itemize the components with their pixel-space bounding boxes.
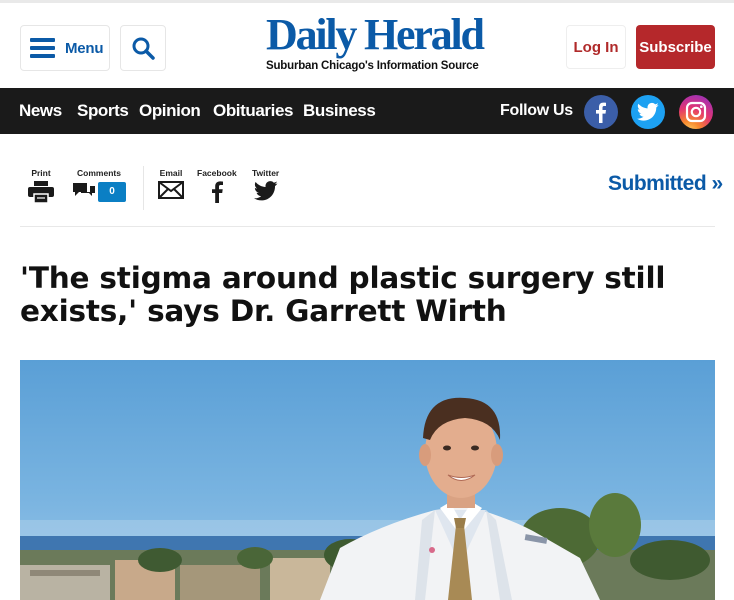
facebook-share-button[interactable]: Facebook	[197, 168, 237, 208]
logo-name: Daily Herald	[266, 10, 485, 59]
share-toolbar: Print Comments 0 Email Facebook Twitter …	[20, 134, 723, 227]
twitter-icon	[637, 102, 659, 121]
email-share-button[interactable]: Email	[158, 168, 184, 204]
main-nav: News Sports Opinion Obituaries Business …	[0, 88, 734, 134]
nav-item-business[interactable]: Business	[303, 88, 376, 134]
facebook-icon	[596, 102, 606, 123]
comments-count-badge: 0	[98, 182, 126, 202]
follow-us-label: Follow Us	[500, 102, 573, 119]
site-header: Menu Daily Herald Suburban Chicago's Inf…	[0, 3, 734, 88]
hamburger-icon	[30, 38, 55, 58]
envelope-icon	[158, 181, 184, 199]
article-photo	[20, 360, 715, 600]
subscribe-button[interactable]: Subscribe	[636, 25, 715, 69]
print-label: Print	[31, 168, 51, 178]
submitted-link[interactable]: Submitted »	[608, 172, 723, 196]
comments-label: Comments	[77, 168, 121, 178]
search-button[interactable]	[120, 25, 166, 71]
email-label: Email	[159, 168, 183, 178]
menu-label: Menu	[65, 39, 104, 57]
printer-icon	[28, 181, 54, 204]
comment-bubbles-icon	[73, 183, 95, 196]
nav-item-news[interactable]: News	[19, 88, 62, 134]
article-headline: 'The stigma around plastic surgery still…	[20, 261, 666, 328]
logo-tagline: Suburban Chicago's Information Source	[266, 60, 479, 72]
login-button[interactable]: Log In	[566, 25, 626, 69]
nav-item-opinion[interactable]: Opinion	[139, 88, 201, 134]
facebook-icon	[211, 181, 223, 203]
menu-button[interactable]: Menu	[20, 25, 110, 71]
facebook-follow-button[interactable]	[584, 95, 618, 129]
instagram-follow-button[interactable]	[679, 95, 713, 129]
facebook-label: Facebook	[197, 168, 237, 178]
twitter-label: Twitter	[252, 168, 280, 178]
nav-item-obituaries[interactable]: Obituaries	[213, 88, 293, 134]
search-icon	[132, 37, 155, 60]
site-logo[interactable]: Daily Herald Suburban Chicago's Informat…	[266, 10, 485, 73]
share-divider	[143, 166, 144, 210]
print-button[interactable]: Print	[28, 168, 54, 208]
instagram-icon	[685, 101, 707, 123]
comments-button[interactable]: Comments 0	[72, 168, 126, 208]
twitter-share-button[interactable]: Twitter	[252, 168, 279, 206]
twitter-follow-button[interactable]	[631, 95, 665, 129]
doctor-portrait-image	[20, 397, 715, 600]
nav-item-sports[interactable]: Sports	[77, 88, 129, 134]
twitter-icon	[253, 181, 278, 201]
